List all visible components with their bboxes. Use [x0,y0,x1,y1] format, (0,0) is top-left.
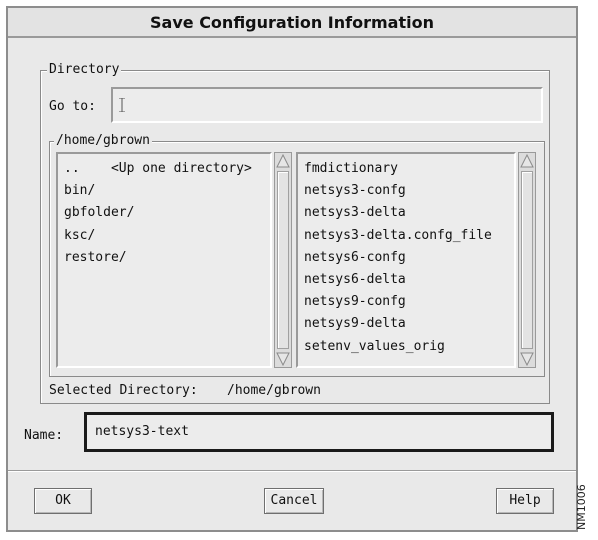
file-item[interactable]: netsys3-delta.confg_file [304,225,514,247]
scroll-down-arrow-icon[interactable] [520,352,534,366]
selected-directory-value: /home/gbrown [227,383,321,398]
file-item[interactable]: setenv_values_orig [304,336,514,358]
dialog-title: Save Configuration Information [8,8,576,38]
help-button[interactable]: Help [496,488,554,514]
folder-item[interactable]: ksc/ [64,225,270,247]
cancel-button[interactable]: Cancel [264,488,324,514]
path-legend: /home/gbrown [54,133,152,149]
figure-tag: NM1006 [575,484,588,530]
file-item[interactable]: netsys9-delta [304,313,514,335]
directory-group: Directory Go to: /home/gbrown .. <Up one… [40,62,550,404]
folder-item[interactable]: gbfolder/ [64,202,270,224]
file-item[interactable]: netsys3-confg [304,180,514,202]
file-item[interactable]: netsys6-delta [304,269,514,291]
file-list[interactable]: fmdictionary netsys3-confg netsys3-delta… [296,152,516,368]
path-group: /home/gbrown .. <Up one directory> bin/ … [49,133,545,377]
scroll-down-arrow-icon[interactable] [276,352,290,366]
file-item[interactable]: fmdictionary [304,158,514,180]
goto-input[interactable] [111,87,543,123]
goto-label: Go to: [49,99,96,114]
ok-button[interactable]: OK [34,488,92,514]
scroll-up-arrow-icon[interactable] [276,154,290,168]
directory-legend: Directory [47,62,122,78]
folder-item[interactable]: restore/ [64,247,270,269]
file-scroll-thumb[interactable] [521,171,533,349]
folder-item[interactable]: bin/ [64,180,270,202]
scroll-up-arrow-icon[interactable] [520,154,534,168]
button-separator [8,470,576,472]
file-item[interactable]: netsys6-confg [304,247,514,269]
text-cursor-icon [119,98,125,112]
file-item[interactable]: netsys3-delta [304,202,514,224]
folder-list[interactable]: .. <Up one directory> bin/ gbfolder/ ksc… [56,152,272,368]
name-label: Name: [24,428,64,443]
selected-directory-label: Selected Directory: [49,383,198,398]
save-config-dialog: Save Configuration Information Directory… [6,6,578,532]
folder-scrollbar[interactable] [274,152,292,368]
file-item[interactable]: netsys9-confg [304,291,514,313]
name-input-value: netsys3-text [95,424,189,439]
folder-item[interactable]: .. <Up one directory> [64,158,270,180]
file-scrollbar[interactable] [518,152,536,368]
name-input[interactable]: netsys3-text [84,412,554,452]
folder-scroll-thumb[interactable] [277,171,289,349]
